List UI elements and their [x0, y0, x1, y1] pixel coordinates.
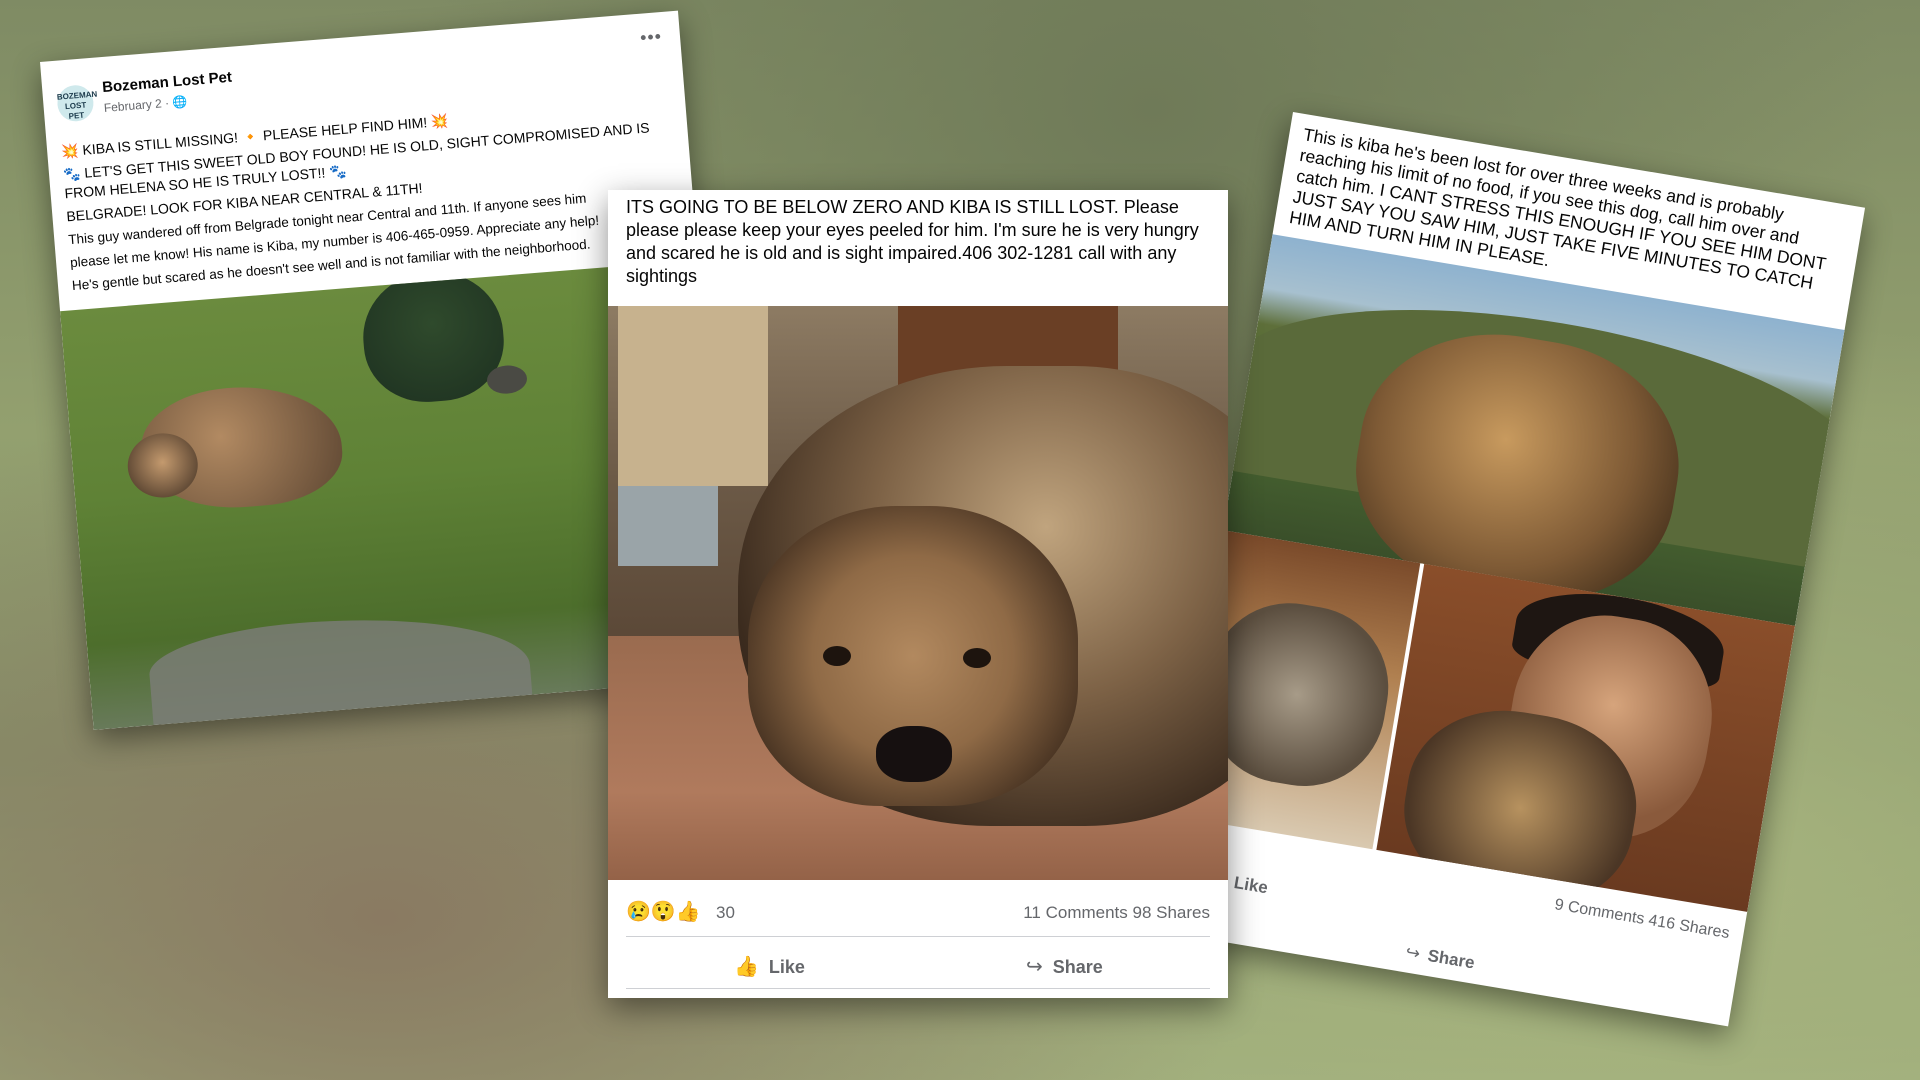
page-avatar[interactable]: BOZEMAN LOST PET — [56, 83, 98, 123]
share-arrow-icon: ↪ — [1404, 942, 1422, 964]
reactions-icons[interactable]: 😢😲👍 — [626, 899, 701, 924]
post-date[interactable]: February 2 · 🌐 — [103, 94, 187, 115]
divider — [626, 936, 1210, 937]
post-text: ITS GOING TO BE BELOW ZERO AND KIBA IS S… — [626, 197, 1199, 286]
divider — [626, 988, 1210, 989]
share-arrow-icon: ↪ — [1026, 956, 1043, 978]
tree — [358, 265, 509, 407]
like-button[interactable]: 👍Like — [734, 954, 805, 979]
more-options-icon[interactable]: ••• — [639, 26, 663, 49]
cardboard-box — [618, 306, 768, 486]
center-post: ITS GOING TO BE BELOW ZERO AND KIBA IS S… — [608, 190, 1228, 998]
page-name-link[interactable]: Bozeman Lost Pet — [102, 69, 233, 96]
right-post: This is kiba he's been lost for over thr… — [1156, 112, 1866, 1027]
comments-shares-count[interactable]: 11 Comments 98 Shares — [1023, 903, 1210, 923]
share-button[interactable]: ↪ Share — [1026, 954, 1103, 979]
stone-path — [146, 604, 534, 730]
share-button[interactable]: ↪ Share — [1404, 942, 1476, 973]
dog-nose — [876, 726, 952, 782]
thumbs-up-icon: 👍 — [734, 956, 759, 978]
post-photo[interactable] — [608, 306, 1228, 880]
post-stats: 😢😲👍 30 11 Comments 98 Shares — [626, 895, 1210, 931]
post-actions: 👍 Like ↪ Share — [626, 942, 1210, 992]
dog-eye — [823, 646, 851, 666]
dog-eye — [963, 648, 991, 668]
reactions-count[interactable]: 30 — [716, 903, 735, 923]
storage-bin — [618, 486, 718, 566]
post-photo-bottom-right[interactable] — [1376, 563, 1796, 912]
